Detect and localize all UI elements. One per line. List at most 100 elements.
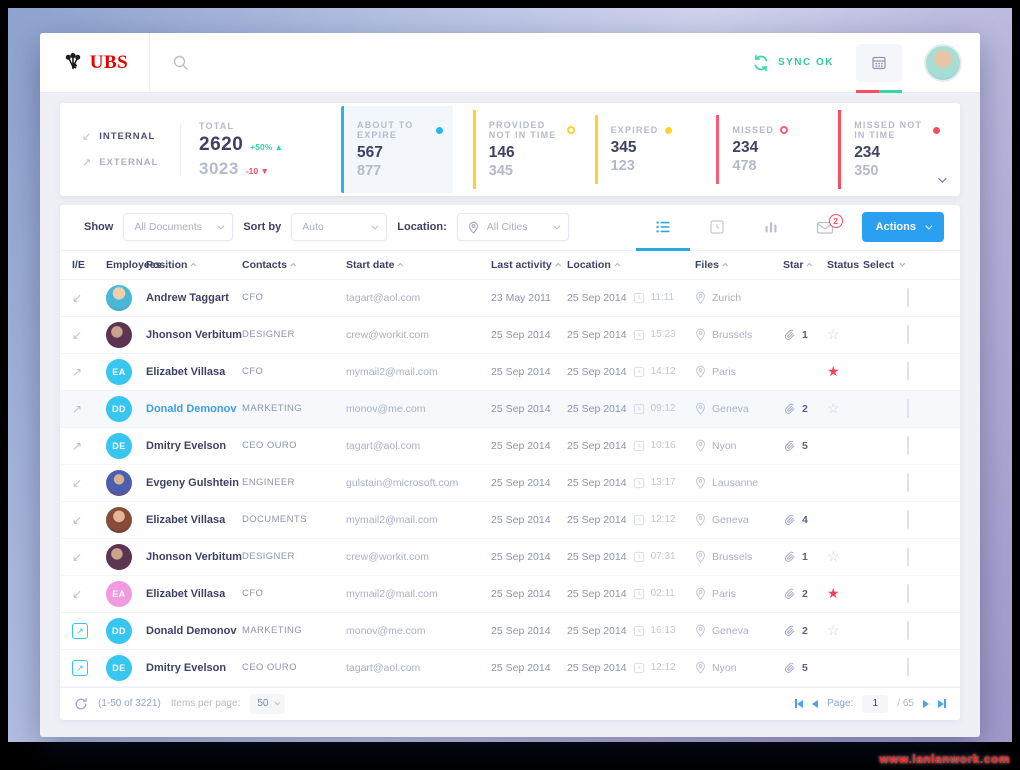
employee-contact[interactable]: monov@me.com xyxy=(346,403,491,415)
internal-filter[interactable]: ↙ INTERNAL xyxy=(82,130,174,143)
table-row[interactable]: ↙ Andrew Taggart CFO tagart@aol.com 23 M… xyxy=(60,280,960,317)
table-row[interactable]: ↗ DE Dmitry Evelson CEO OURO tagart@aol.… xyxy=(60,428,960,465)
employee-contact[interactable]: mymail2@mail.com xyxy=(346,514,491,526)
stat-card-missed-not-in-time[interactable]: MISSED NOT IN TIME 234 350 xyxy=(838,110,940,189)
files[interactable]: 2 xyxy=(783,402,827,415)
employee-contact[interactable]: gulstain@microsoft.com xyxy=(346,477,491,489)
employee-name[interactable]: Elizabet Villasa xyxy=(146,366,242,378)
employee-name[interactable]: Dmitry Evelson xyxy=(146,440,242,452)
star-toggle[interactable]: ☆ xyxy=(827,622,863,639)
row-checkbox[interactable] xyxy=(907,324,909,344)
employee-name[interactable]: Elizabet Villasa xyxy=(146,514,242,526)
column-header[interactable]: Location xyxy=(567,259,695,271)
column-header[interactable]: Employees xyxy=(106,259,169,271)
files[interactable]: 5 xyxy=(783,661,827,674)
row-checkbox[interactable] xyxy=(907,361,909,381)
files[interactable]: 2 xyxy=(783,587,827,600)
refresh-icon[interactable] xyxy=(74,697,88,711)
employee-contact[interactable]: tagart@aol.com xyxy=(346,662,491,674)
previous-page-button[interactable] xyxy=(812,699,819,708)
stat-card-missed[interactable]: MISSED 234 478 xyxy=(716,115,818,184)
files[interactable]: 4 xyxy=(783,513,827,526)
employee-contact[interactable]: mymail2@mail.com xyxy=(346,588,491,600)
employee-name[interactable]: Donald Demonov xyxy=(146,403,242,415)
documents-dropdown[interactable]: All Documents xyxy=(123,213,234,242)
table-row[interactable]: ↗ DE Dmitry Evelson CEO OURO tagart@aol.… xyxy=(60,650,960,687)
brand-logo[interactable]: UBS xyxy=(40,33,150,92)
user-avatar[interactable] xyxy=(924,43,962,82)
row-checkbox[interactable] xyxy=(907,287,909,307)
calendar-button[interactable] xyxy=(856,43,902,93)
chart-view-tab[interactable] xyxy=(744,205,798,250)
next-page-button[interactable] xyxy=(923,699,929,708)
files[interactable]: 1 xyxy=(783,328,827,341)
table-row[interactable]: ↙ Jhonson Verbitum DESIGNER crew@workit.… xyxy=(60,539,960,576)
first-page-button[interactable] xyxy=(795,699,804,709)
table-row[interactable]: ↙ Elizabet Villasa DOCUMENTS mymail2@mai… xyxy=(60,502,960,539)
row-checkbox[interactable] xyxy=(907,546,909,566)
column-header[interactable]: Status xyxy=(827,259,868,271)
employee-name[interactable]: Elizabet Villasa xyxy=(146,588,242,600)
employee-contact[interactable]: crew@workit.com xyxy=(346,551,491,563)
employee-contact[interactable]: tagart@aol.com xyxy=(346,440,491,452)
row-checkbox[interactable] xyxy=(907,583,909,603)
stat-card-about-to-expire[interactable]: ABOUT TO EXPIRE 567 877 xyxy=(341,106,453,193)
files[interactable]: 1 xyxy=(783,550,827,563)
employee-name[interactable]: Jhonson Verbitum xyxy=(146,329,242,341)
column-header[interactable]: Star xyxy=(783,259,827,271)
column-header[interactable]: Last activity xyxy=(491,259,567,271)
table-row[interactable]: ↙ Evgeny Gulshtein ENGINEER gulstain@mic… xyxy=(60,465,960,502)
mail-tab[interactable]: 2 xyxy=(798,205,852,250)
stats-expand-chevron[interactable] xyxy=(938,170,947,188)
column-header[interactable]: Contacts xyxy=(242,259,346,271)
sort-dropdown[interactable]: Auto xyxy=(291,213,388,242)
star-toggle[interactable]: ☆ xyxy=(827,548,863,565)
table-row[interactable]: ↗ DD Donald Demonov MARKETING monov@me.c… xyxy=(60,613,960,650)
table-row[interactable]: ↗ DD Donald Demonov MARKETING monov@me.c… xyxy=(60,390,960,428)
star-toggle[interactable]: ☆ xyxy=(827,326,863,343)
star-toggle[interactable]: ☆ xyxy=(827,400,863,417)
row-checkbox[interactable] xyxy=(907,435,909,455)
star-toggle[interactable]: ★ xyxy=(827,585,863,602)
stat-card-provided-not-in-time[interactable]: PROVIDED NOT IN TIME 146 345 xyxy=(472,110,575,189)
sync-status[interactable]: SYNC OK xyxy=(752,54,834,72)
files[interactable]: 5 xyxy=(783,439,827,452)
external-link-icon[interactable]: ↗ xyxy=(72,623,88,640)
table-row[interactable]: ↙ EA Elizabet Villasa CFO mymail2@mail.c… xyxy=(60,576,960,613)
list-view-tab[interactable] xyxy=(635,205,690,251)
column-header[interactable]: Position xyxy=(146,259,242,271)
avatar: EA xyxy=(106,580,132,607)
items-per-page-select[interactable]: 50 xyxy=(250,693,286,714)
row-checkbox[interactable] xyxy=(907,398,909,418)
employee-name[interactable]: Donald Demonov xyxy=(146,625,242,637)
page-input[interactable]: 1 xyxy=(862,694,889,713)
external-link-icon[interactable]: ↗ xyxy=(72,660,88,677)
employee-name[interactable]: Dmitry Evelson xyxy=(146,662,242,674)
calendar-view-tab[interactable] xyxy=(690,205,744,250)
employee-contact[interactable]: crew@workit.com xyxy=(346,329,491,341)
star-toggle[interactable]: ★ xyxy=(827,363,863,380)
row-checkbox[interactable] xyxy=(907,509,909,529)
employee-name[interactable]: Jhonson Verbitum xyxy=(146,551,242,563)
column-header[interactable]: Select xyxy=(863,259,907,271)
row-checkbox[interactable] xyxy=(907,657,909,677)
location-dropdown[interactable]: All Cities xyxy=(456,213,569,242)
row-checkbox[interactable] xyxy=(907,620,909,640)
row-checkbox[interactable] xyxy=(907,472,909,492)
table-row[interactable]: ↗ EA Elizabet Villasa CFO mymail2@mail.c… xyxy=(60,354,960,391)
employee-name[interactable]: Evgeny Gulshtein xyxy=(146,477,242,489)
employee-contact[interactable]: tagart@aol.com xyxy=(346,292,491,304)
employee-name[interactable]: Andrew Taggart xyxy=(146,292,242,304)
table-row[interactable]: ↙ Jhonson Verbitum DESIGNER crew@workit.… xyxy=(60,317,960,354)
last-page-button[interactable] xyxy=(938,699,946,709)
column-header[interactable]: Files xyxy=(695,259,783,271)
files[interactable]: 2 xyxy=(783,624,827,637)
search-button[interactable] xyxy=(172,54,190,72)
column-header[interactable]: Start date xyxy=(346,259,491,271)
external-filter[interactable]: ↗ EXTERNAL xyxy=(82,156,174,169)
actions-button[interactable]: Actions xyxy=(861,212,944,243)
employee-contact[interactable]: mymail2@mail.com xyxy=(346,366,491,378)
employee-contact[interactable]: monov@me.com xyxy=(346,625,491,637)
stat-card-expired[interactable]: EXPIRED 345 123 xyxy=(594,115,697,184)
column-header[interactable]: I/E xyxy=(72,259,106,271)
